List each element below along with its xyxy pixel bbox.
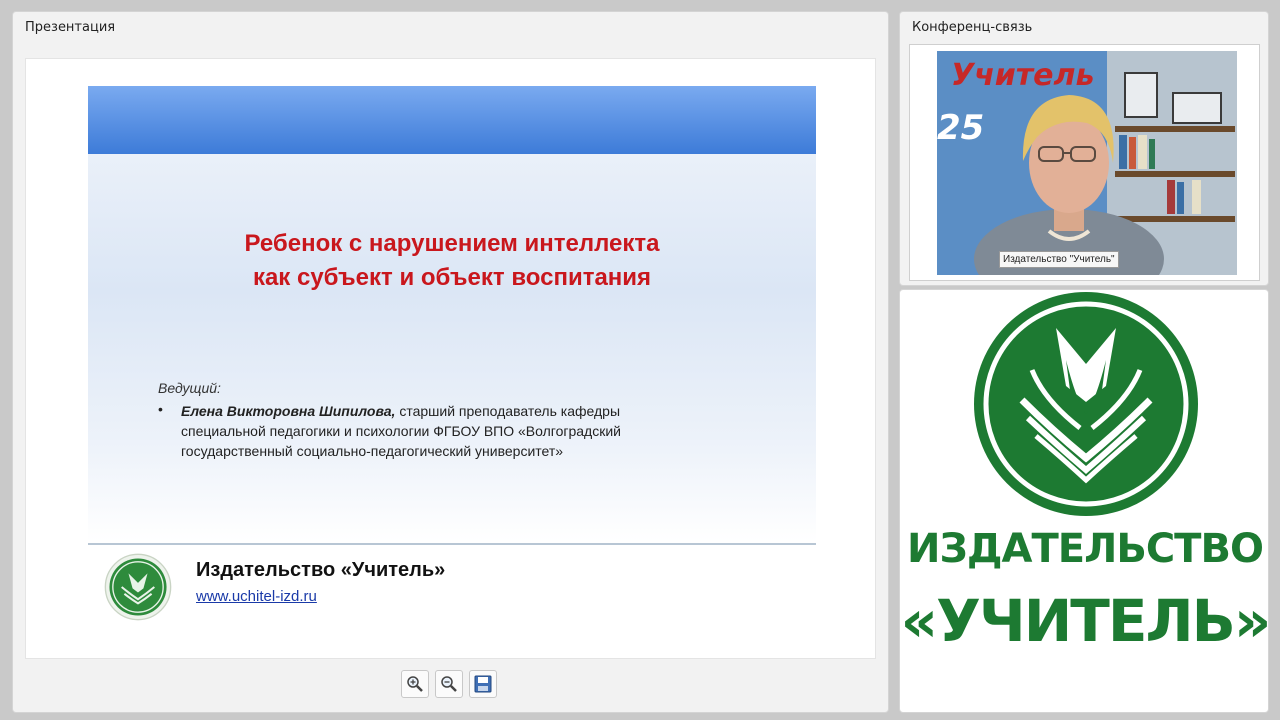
slide-title-line2: как субъект и объект воспитания [252,264,652,291]
zoom-out-button[interactable] [435,670,463,698]
save-icon [474,675,492,693]
presenter-info: Елена Викторовна Шипилова, старший препо… [181,401,701,461]
slide-divider [88,543,816,545]
conference-panel: Конференц-связь Учитель 25 Издательство … [899,11,1269,286]
slide-title: Ребенок с нарушением интеллекта как субъ… [128,227,776,295]
video-background-number: 25 [937,108,984,148]
zoom-out-icon [441,676,457,692]
brand-logo-icon [974,292,1198,516]
publisher-name: Издательство «Учитель» [196,559,446,581]
bullet: • [158,401,163,417]
slide-header-band [88,86,816,154]
presentation-panel-title: Презентация [25,20,116,35]
video-frame[interactable]: Учитель 25 Издательство "Учитель" [909,44,1260,281]
slide-viewer[interactable]: Ребенок с нарушением интеллекта как субъ… [25,58,876,659]
presenter-name: Елена Викторовна Шипилова, [181,403,396,419]
slide-title-line1: Ребенок с нарушением интеллекта [244,230,660,257]
presenter-label: Ведущий: [158,380,221,396]
brand-name-line2: «УЧИТЕЛЬ» [900,587,1272,655]
participant-label: Издательство "Учитель" [999,251,1119,268]
conference-panel-title: Конференц-связь [912,20,1033,35]
slide-body: Ребенок с нарушением интеллекта как субъ… [88,86,816,542]
save-button[interactable] [469,670,497,698]
video-background-text: Учитель [951,58,1094,93]
zoom-in-button[interactable] [401,670,429,698]
presentation-panel: Презентация Ребенок с нарушением интелле… [12,11,889,713]
zoom-in-icon [407,676,423,692]
publisher-url-link[interactable]: www.uchitel-izd.ru [196,588,317,605]
webcam-video: Учитель 25 [937,51,1237,275]
brand-name-line1: ИЗДАТЕЛЬСТВО [907,526,1264,572]
brand-panel: ИЗДАТЕЛЬСТВО «УЧИТЕЛЬ» [899,289,1272,713]
slide-toolbar [401,670,497,700]
publisher-logo-icon [104,553,172,621]
